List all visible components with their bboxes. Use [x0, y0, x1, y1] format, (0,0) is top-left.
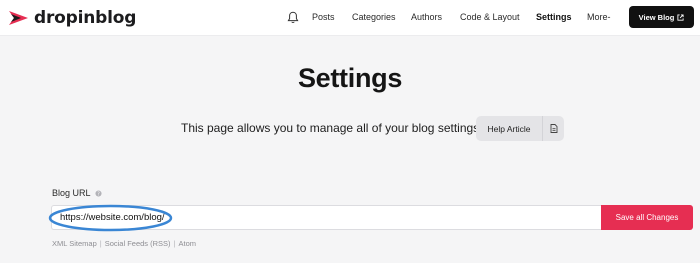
logo-arrow-icon	[9, 11, 28, 25]
help-article-button[interactable]: Help Article	[476, 116, 564, 141]
view-blog-button[interactable]: View Blog	[629, 6, 694, 28]
nav-posts[interactable]: Posts	[312, 12, 335, 22]
view-blog-label: View Blog	[638, 12, 675, 22]
nav-code-layout[interactable]: Code & Layout	[460, 12, 520, 22]
social-feeds-link[interactable]: Social Feeds (RSS)	[105, 239, 171, 248]
blog-url-input[interactable]	[51, 205, 601, 230]
bell-icon[interactable]	[287, 11, 299, 24]
atom-link[interactable]: Atom	[179, 239, 197, 248]
brand-logo[interactable]: dropinblog	[8, 7, 136, 29]
feed-links: XML Sitemap | Social Feeds (RSS) | Atom	[52, 239, 196, 248]
external-link-icon	[677, 13, 684, 21]
help-circle-icon[interactable]: ?	[94, 189, 102, 197]
svg-text:?: ?	[97, 191, 100, 197]
help-article-label: Help Article	[487, 123, 531, 134]
nav-authors[interactable]: Authors	[411, 12, 442, 22]
page-description: This page allows you to manage all of yo…	[181, 121, 483, 135]
nav-categories[interactable]: Categories	[352, 12, 396, 22]
page-title: Settings	[297, 63, 403, 93]
link-separator: |	[99, 239, 102, 248]
link-separator: |	[173, 239, 176, 248]
xml-sitemap-link[interactable]: XML Sitemap	[52, 239, 97, 248]
nav-more[interactable]: More-	[587, 12, 611, 22]
save-all-changes-button[interactable]: Save all Changes	[601, 205, 693, 230]
nav-settings[interactable]: Settings	[536, 12, 572, 22]
top-navigation-bar: dropinblog Posts Categories Authors Code…	[0, 0, 700, 36]
brand-name: dropinblog	[34, 8, 137, 28]
blog-url-label: Blog URL ?	[52, 188, 102, 198]
blog-url-label-text: Blog URL	[52, 188, 91, 198]
document-icon	[542, 116, 564, 141]
